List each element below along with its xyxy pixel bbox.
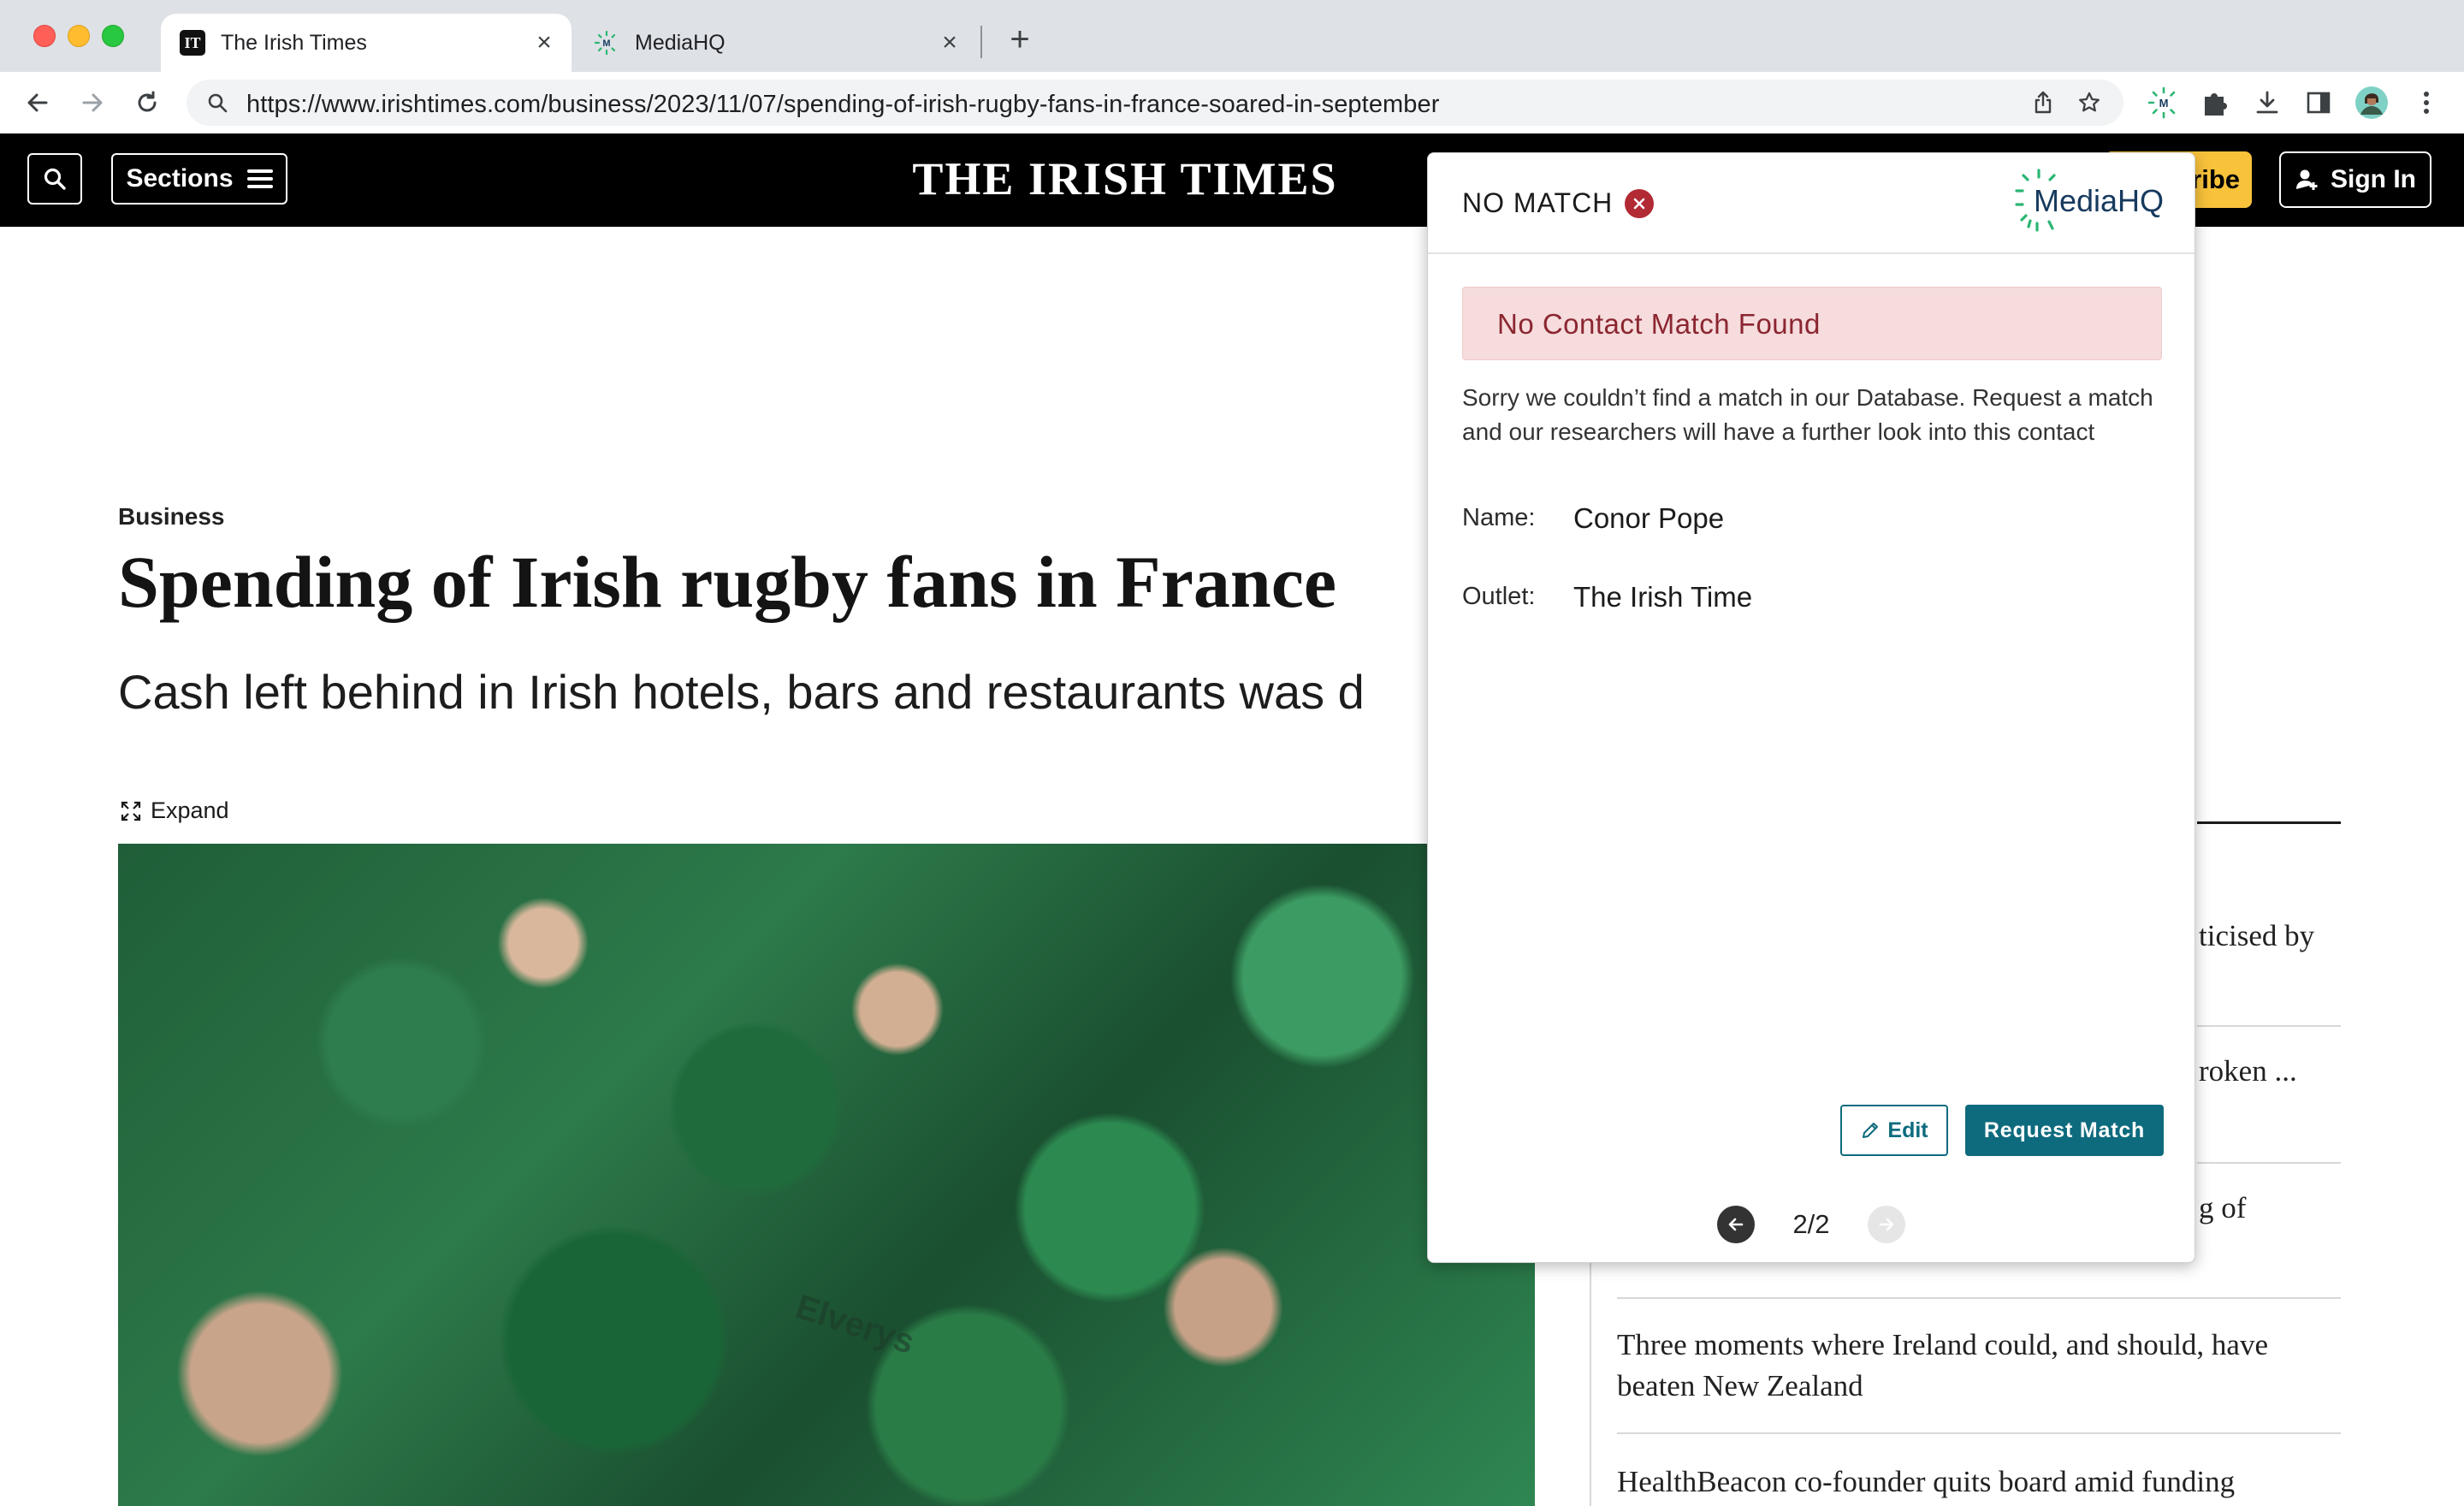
popup-header: NO MATCH MediaHQ: [1428, 153, 2194, 254]
arrow-left-icon: [1728, 1218, 1744, 1231]
new-tab-button[interactable]: +: [1001, 21, 1039, 58]
url-text: https://www.irishtimes.com/business/2023…: [246, 91, 1440, 118]
expand-image-button[interactable]: Expand: [120, 797, 229, 824]
close-window-button[interactable]: [33, 25, 56, 47]
hero-image-text: Elverys: [791, 1288, 919, 1361]
reload-button[interactable]: [127, 82, 168, 123]
outlet-label: Outlet:: [1462, 583, 1536, 610]
sidebar-link-fragment[interactable]: ticised by: [2199, 919, 2314, 953]
expand-label: Expand: [151, 797, 229, 823]
sign-in-label: Sign In: [2331, 165, 2416, 193]
article-headline: Spending of Irish rugby fans in France: [118, 541, 1337, 623]
section-kicker[interactable]: Business: [118, 503, 225, 531]
alert-text: No Contact Match Found: [1497, 308, 1821, 340]
user-icon: [2296, 169, 2318, 190]
edit-button[interactable]: Edit: [1840, 1105, 1948, 1156]
irish-times-favicon-icon: IT: [180, 30, 205, 56]
browser-toolbar: https://www.irishtimes.com/business/2023…: [0, 72, 2464, 134]
minimize-window-button[interactable]: [68, 25, 90, 47]
sidebar-headline-link[interactable]: HealthBeacon co-founder quits board amid…: [1617, 1462, 2341, 1503]
sidebar-divider: [2197, 1162, 2341, 1164]
bookmark-star-icon[interactable]: [2072, 86, 2106, 120]
tab-title: The Irish Times: [221, 30, 367, 55]
svg-text:M: M: [602, 39, 610, 49]
search-icon: [44, 168, 66, 190]
close-tab-icon[interactable]: ×: [529, 27, 560, 58]
browser-tab-bar: IT The Irish Times × M MediaHQ × +: [0, 0, 2464, 72]
sidebar-headline-link[interactable]: Three moments where Ireland could, and s…: [1617, 1325, 2341, 1407]
tab-separator: [980, 26, 982, 58]
download-icon[interactable]: [2247, 82, 2288, 123]
browser-menu-icon[interactable]: [2406, 82, 2447, 123]
mediahq-extension-popup: NO MATCH MediaHQ No Contact Match Found …: [1427, 152, 2195, 1263]
match-status-label: NO MATCH: [1462, 187, 1614, 218]
arrow-right-icon: [1879, 1218, 1894, 1231]
back-button[interactable]: [17, 82, 58, 123]
forward-button[interactable]: [72, 82, 113, 123]
sidebar-top-rule: [2197, 821, 2341, 824]
sections-label: Sections: [126, 164, 234, 193]
edit-label: Edit: [1887, 1118, 1928, 1142]
name-value: Conor Pope: [1573, 502, 1725, 534]
hero-image-rugby-fans: Elverys: [118, 844, 1535, 1506]
side-panel-icon[interactable]: [2298, 82, 2339, 123]
tab-irish-times[interactable]: IT The Irish Times ×: [161, 14, 572, 72]
site-search-button[interactable]: [27, 153, 82, 205]
address-bar[interactable]: https://www.irishtimes.com/business/2023…: [187, 80, 2123, 126]
sidebar-link-fragment[interactable]: g of: [2199, 1191, 2246, 1225]
maximize-window-button[interactable]: [102, 25, 124, 47]
request-match-button[interactable]: Request Match: [1965, 1105, 2164, 1156]
puzzle-extensions-icon[interactable]: [2194, 82, 2235, 123]
previous-page-button[interactable]: [1717, 1206, 1755, 1243]
sidebar-divider: [1617, 1432, 2341, 1434]
hamburger-icon: [246, 169, 273, 188]
pencil-icon: [1863, 1123, 1879, 1138]
expand-icon: [121, 801, 141, 821]
mediahq-logo: MediaHQ: [2003, 167, 2174, 239]
sidebar-link-fragment[interactable]: roken ...: [2199, 1054, 2297, 1088]
sidebar-divider: [1617, 1297, 2341, 1299]
no-match-x-icon: [1625, 189, 1654, 218]
outlet-value: The Irish Time: [1573, 581, 1753, 613]
name-label: Name:: [1462, 504, 1536, 531]
svg-text:M: M: [2159, 97, 2169, 110]
no-match-alert: No Contact Match Found: [1462, 287, 2162, 360]
share-icon[interactable]: [2026, 86, 2060, 120]
mediahq-favicon-icon: M: [594, 30, 619, 56]
sidebar-vertical-rule: [1590, 1232, 1591, 1506]
pagination-indicator: 2/2: [1792, 1209, 1830, 1239]
next-page-button[interactable]: [1868, 1206, 1905, 1243]
article-standfirst: Cash left behind in Irish hotels, bars a…: [118, 665, 1365, 719]
sign-in-button[interactable]: Sign In: [2279, 151, 2431, 208]
close-tab-icon[interactable]: ×: [934, 27, 965, 58]
mediahq-logo-text: MediaHQ: [2034, 183, 2164, 218]
tab-title: MediaHQ: [635, 30, 726, 55]
tab-mediahq[interactable]: M MediaHQ ×: [575, 14, 977, 72]
masthead-logo[interactable]: THE IRISH TIMES: [856, 152, 1395, 205]
mediahq-extension-icon[interactable]: M: [2143, 82, 2184, 123]
sections-menu-button[interactable]: Sections: [111, 153, 287, 205]
sidebar-divider: [2197, 1025, 2341, 1027]
search-icon: [200, 86, 234, 120]
no-match-message: Sorry we couldn’t find a match in our Da…: [1462, 384, 2153, 445]
profile-avatar[interactable]: [2351, 82, 2392, 123]
